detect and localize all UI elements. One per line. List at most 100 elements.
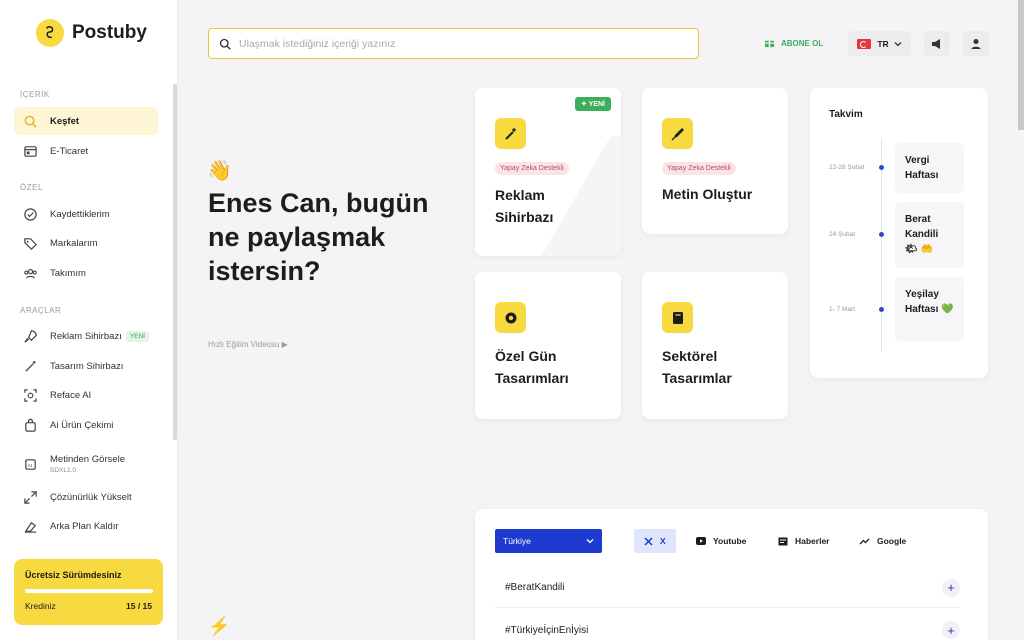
trending-up-icon (859, 538, 870, 545)
event-date: 1- 7 Mart (829, 306, 856, 313)
sidebar-item-label: Reface AI (50, 389, 92, 401)
calendar-panel: Takvim 22-28 Şubat Vergi Haftası 24 Şuba… (810, 88, 988, 378)
chevron-down-icon (894, 41, 902, 46)
magic-wand-icon (495, 118, 526, 149)
ai-supported-pill: Yapay Zeka Destekli (662, 162, 736, 175)
trend-row[interactable]: #TürkiyeİçinEnİyisi + (495, 610, 960, 640)
magic-wand-icon (22, 358, 38, 374)
tab-label: Haberler (795, 536, 830, 546)
sidebar-item-arkaplan[interactable]: Arka Plan Kaldır (14, 512, 158, 540)
plus-icon[interactable]: + (942, 621, 960, 639)
user-icon (971, 38, 981, 49)
search-input[interactable] (239, 37, 669, 50)
megaphone-icon (932, 38, 940, 49)
announcement-button[interactable] (924, 31, 950, 56)
sidebar-item-label: Çözünürlük Yükselt (50, 491, 132, 503)
calendar-title: Takvim (829, 109, 863, 120)
sidebar-item-label: Takımım (50, 267, 86, 279)
language-selector[interactable]: TR (848, 31, 911, 56)
sidebar-item-kesfet[interactable]: Keşfet (14, 107, 158, 135)
logo-icon (36, 19, 64, 47)
tab-youtube[interactable]: Youtube (696, 529, 746, 553)
target-icon (495, 302, 526, 333)
free-plan-card[interactable]: Ücretsiz Sürümdesiniz Krediniz 15 / 15 (14, 559, 163, 625)
store-icon (22, 143, 38, 159)
credit-row: Krediniz 15 / 15 (25, 601, 152, 611)
card-ozel-gun[interactable]: Özel Gün Tasarımları (475, 272, 621, 419)
sidebar-item-reface[interactable]: Reface AI (14, 381, 158, 409)
card-title: Metin Oluştur (662, 186, 753, 202)
trend-label: #BeratKandili (505, 582, 565, 593)
sidebar-item-takimim[interactable]: Takımım (14, 259, 158, 287)
chevron-down-icon (586, 539, 594, 544)
section-label-tools: ARAÇLAR (20, 306, 62, 315)
page-scrollbar[interactable] (1018, 0, 1024, 130)
sidebar-item-tasarim-sihirbazi[interactable]: Tasarım Sihirbazı (14, 352, 158, 380)
country-select-value: Türkiye (503, 536, 531, 546)
calendar-event[interactable]: Yeşilay Haftası 💚 (895, 277, 964, 341)
sidebar-item-markalarim[interactable]: Markalarım (14, 229, 158, 257)
ai-chip-icon: AI (22, 456, 38, 472)
new-badge: YENİ (125, 330, 149, 342)
sidebar-item-label: Metinden Görsele (50, 454, 125, 465)
calendar-event[interactable]: Berat Kandili 🌤 🤲 (895, 202, 964, 268)
event-date: 24 Şubat (829, 231, 856, 238)
x-logo-icon (644, 536, 653, 546)
tab-google[interactable]: Google (859, 529, 906, 553)
card-sektorel[interactable]: Sektörel Tasarımlar (642, 272, 788, 419)
sidebar-item-sublabel: SDXL1.0 (50, 467, 77, 474)
prayer-emoji-icon: 🌤 🤲 (905, 244, 933, 255)
sidebar-item-eticaret[interactable]: E-Ticaret (14, 137, 158, 165)
card-title: Sektörel Tasarımlar (662, 348, 732, 386)
sidebar-item-label: Kaydettiklerim (50, 208, 110, 220)
language-label: TR (877, 38, 889, 49)
svg-text:AI: AI (27, 462, 31, 467)
sidebar-item-text: Metinden Görsele SDXL1.0 (50, 454, 125, 474)
event-date: 22-28 Şubat (829, 164, 865, 171)
tutorial-video-link[interactable]: Hızlı Eğitim Videosu ▶ (208, 340, 288, 349)
card-reklam-sihirbazi[interactable]: ✦ YENİ Yapay Zeka Destekli Reklam Sihirb… (475, 88, 621, 256)
sidebar-item-metinden-gorsele[interactable]: AI Metinden Görsele SDXL1.0 (14, 446, 158, 482)
youtube-icon (696, 537, 706, 545)
sidebar-item-label: Markalarım (50, 237, 98, 249)
ai-supported-pill: Yapay Zeka Destekli (495, 162, 569, 175)
credit-progress-bar (25, 589, 153, 593)
eraser-icon (22, 518, 38, 534)
search-icon (219, 38, 231, 50)
search-bar[interactable] (208, 28, 699, 59)
profile-button[interactable] (963, 31, 989, 56)
expand-icon (22, 489, 38, 505)
sidebar-item-urun-cekimi[interactable]: Ai Ürün Çekimi (14, 411, 158, 439)
sidebar-item-cozunurluk[interactable]: Çözünürlük Yükselt (14, 483, 158, 511)
saved-icon (22, 206, 38, 222)
plus-icon[interactable]: + (942, 578, 960, 597)
subscribe-button[interactable]: ABONE OL (764, 38, 823, 48)
calendar-event[interactable]: Vergi Haftası (895, 143, 964, 193)
sidebar: Postuby İÇERİK Keşfet E-Ticaret ÖZEL Kay… (0, 0, 178, 640)
section-label-content: İÇERİK (20, 90, 50, 99)
rocket-icon (22, 328, 38, 344)
face-scan-icon (22, 387, 38, 403)
sidebar-item-label: Keşfet (50, 115, 80, 127)
lightning-icon: ⚡ (208, 616, 231, 636)
trend-row[interactable]: #BeratKandili + (495, 568, 960, 608)
tag-icon (22, 235, 38, 251)
sidebar-item-reklam-sihirbazi[interactable]: Reklam Sihirbazı YENİ (14, 322, 158, 350)
country-select[interactable]: Türkiye (495, 529, 602, 553)
card-title: Reklam Sihirbazı (495, 187, 554, 225)
section-label-private: ÖZEL (20, 183, 43, 192)
sidebar-scrollbar[interactable] (173, 84, 177, 440)
tab-x[interactable]: X (634, 529, 676, 553)
app-name: Postuby (72, 22, 147, 43)
tab-haberler[interactable]: Haberler (778, 529, 830, 553)
gift-icon (764, 40, 775, 48)
timeline-dot (879, 165, 884, 170)
sidebar-item-kaydettiklerim[interactable]: Kaydettiklerim (14, 200, 158, 228)
subscribe-label: ABONE OL (781, 38, 824, 48)
card-metin-olustur[interactable]: Yapay Zeka Destekli Metin Oluştur (642, 88, 788, 234)
logo[interactable]: Postuby (36, 19, 147, 47)
timeline-dot (879, 232, 884, 237)
tab-label: Google (877, 536, 907, 546)
trend-label: #TürkiyeİçinEnİyisi (505, 624, 589, 636)
credit-value: 15 / 15 (126, 601, 152, 611)
